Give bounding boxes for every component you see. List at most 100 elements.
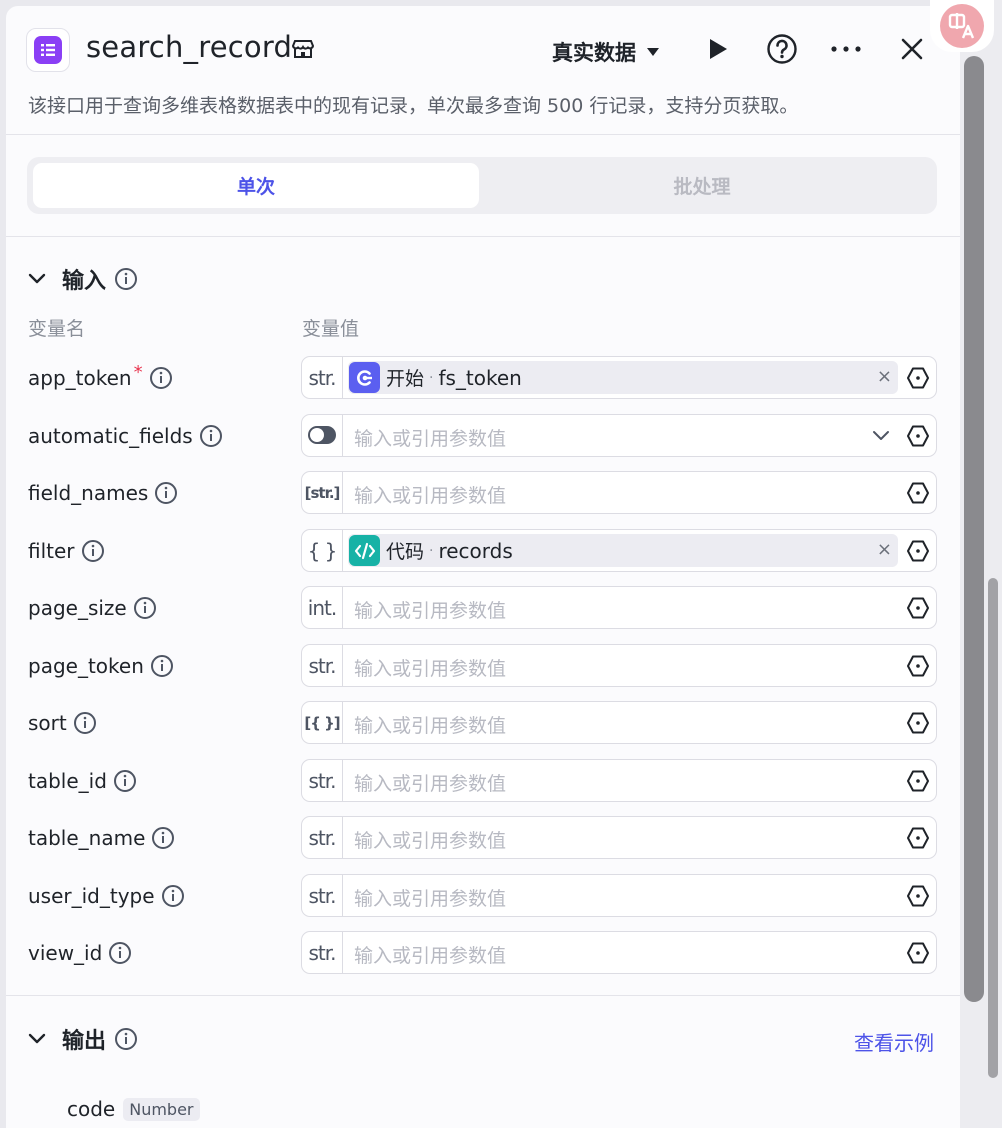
variable-reference-icon[interactable] [906, 884, 930, 908]
variable-reference-icon[interactable] [906, 654, 930, 678]
param-name: automatic_fields [28, 424, 223, 448]
param-label: filter [28, 539, 75, 563]
variable-reference-icon[interactable] [906, 711, 930, 735]
param-value-field[interactable]: str. 输入或引用参数值 [301, 759, 937, 802]
param-name: user_id_type [28, 884, 185, 908]
info-icon[interactable] [81, 539, 105, 563]
param-row: page_size int. 输入或引用参数值 [6, 586, 960, 630]
reference-variable: records [438, 538, 513, 563]
param-label: user_id_type [28, 884, 155, 908]
close-icon [901, 38, 923, 60]
required-marker: * [133, 361, 143, 383]
help-icon [767, 34, 797, 64]
param-name: filter [28, 539, 105, 563]
boolean-toggle-icon[interactable] [308, 426, 336, 444]
variable-reference-icon[interactable] [906, 539, 930, 563]
param-label: page_token [28, 654, 144, 678]
info-icon[interactable] [133, 596, 157, 620]
node-config-panel: search_record 真实数据 该接口用于查询多维表格数据表中的现有记录，… [6, 6, 960, 1128]
more-button[interactable] [830, 33, 862, 65]
param-value-field[interactable]: str. 输入或引用参数值 [301, 816, 937, 859]
info-icon[interactable] [114, 267, 138, 291]
placeholder-text: 输入或引用参数值 [354, 485, 507, 507]
param-value-field[interactable]: str. 输入或引用参数值 [301, 874, 937, 917]
data-mode-dropdown[interactable]: 真实数据 [552, 37, 660, 67]
info-icon[interactable] [73, 711, 97, 735]
output-field-name: code [67, 1097, 116, 1121]
info-icon[interactable] [151, 826, 175, 850]
info-icon[interactable] [108, 941, 132, 965]
param-value-field[interactable]: [{ }] 输入或引用参数值 [301, 701, 937, 744]
variable-reference-icon[interactable] [906, 481, 930, 505]
info-icon[interactable] [154, 481, 178, 505]
type-indicator: [str.] [302, 472, 343, 513]
info-icon[interactable] [114, 1027, 138, 1051]
variable-reference-icon[interactable] [906, 769, 930, 793]
run-button[interactable] [702, 33, 734, 65]
variable-reference-icon[interactable] [906, 826, 930, 850]
divider [6, 236, 960, 237]
placeholder-text: 输入或引用参数值 [354, 773, 507, 795]
help-button[interactable] [766, 33, 798, 65]
info-icon[interactable] [113, 769, 137, 793]
param-row: table_id str. 输入或引用参数值 [6, 759, 960, 803]
type-indicator: { } [302, 530, 343, 571]
param-row: view_id str. 输入或引用参数值 [6, 931, 960, 975]
param-value-field[interactable]: [str.] 输入或引用参数值 [301, 471, 937, 514]
code-node-icon [349, 535, 380, 566]
node-title[interactable]: search_record [86, 30, 292, 64]
run-mode-tabs: 单次 批处理 [27, 157, 937, 214]
info-icon[interactable] [161, 884, 185, 908]
param-value-field[interactable]: str. 输入或引用参数值 [301, 644, 937, 687]
param-name: page_size [28, 596, 157, 620]
reference-chip[interactable]: 代码 · records × [348, 534, 898, 567]
param-value-field[interactable]: { } 代码 · records × [301, 529, 937, 572]
type-indicator: str. [302, 645, 343, 686]
placeholder-text: 输入或引用参数值 [354, 888, 507, 910]
remove-reference-icon[interactable]: × [877, 366, 892, 387]
output-section-header[interactable]: 输出 [28, 1024, 138, 1054]
param-label: page_size [28, 596, 127, 620]
info-icon[interactable] [149, 366, 173, 390]
column-header-name: 变量名 [28, 318, 86, 340]
scrollbar-thumb[interactable] [964, 56, 984, 1002]
output-field-row: code Number [67, 1097, 200, 1121]
param-name: table_id [28, 769, 137, 793]
input-section-header[interactable]: 输入 [28, 264, 138, 294]
placeholder-text: 输入或引用参数值 [354, 658, 507, 680]
placeholder-text: 输入或引用参数值 [354, 830, 507, 852]
param-name: page_token [28, 654, 174, 678]
param-label: app_token [28, 366, 132, 390]
divider [6, 995, 960, 996]
reference-source: 代码 [386, 541, 425, 563]
param-name: view_id [28, 941, 132, 965]
variable-reference-icon[interactable] [906, 424, 930, 448]
store-icon[interactable] [291, 39, 315, 63]
variable-reference-icon[interactable] [906, 941, 930, 965]
info-icon[interactable] [150, 654, 174, 678]
remove-reference-icon[interactable]: × [877, 539, 892, 560]
tab-batch[interactable]: 批处理 [479, 163, 925, 208]
close-button[interactable] [896, 33, 928, 65]
translate-extension-button[interactable] [930, 0, 994, 52]
type-indicator [302, 415, 343, 456]
info-icon[interactable] [199, 424, 223, 448]
see-example-link[interactable]: 查看示例 [854, 1027, 934, 1056]
type-indicator: [{ }] [302, 702, 343, 743]
output-field-type-badge: Number [123, 1097, 200, 1121]
param-value-field[interactable]: 输入或引用参数值 [301, 414, 937, 457]
reference-variable: fs_token [438, 365, 522, 390]
scrollbar-thumb-inner[interactable] [988, 578, 998, 1078]
caret-down-icon [647, 48, 659, 56]
param-value-field[interactable]: int. 输入或引用参数值 [301, 586, 937, 629]
variable-reference-icon[interactable] [906, 366, 930, 390]
param-value-field[interactable]: str. 开始 · fs_token × [301, 356, 937, 399]
reference-chip[interactable]: 开始 · fs_token × [348, 361, 898, 394]
chevron-down-icon[interactable] [872, 427, 890, 446]
variable-reference-icon[interactable] [906, 596, 930, 620]
type-indicator: int. [302, 587, 343, 628]
param-value-field[interactable]: str. 输入或引用参数值 [301, 931, 937, 974]
tab-single[interactable]: 单次 [33, 163, 479, 208]
param-label: automatic_fields [28, 424, 193, 448]
data-mode-label: 真实数据 [552, 41, 636, 65]
